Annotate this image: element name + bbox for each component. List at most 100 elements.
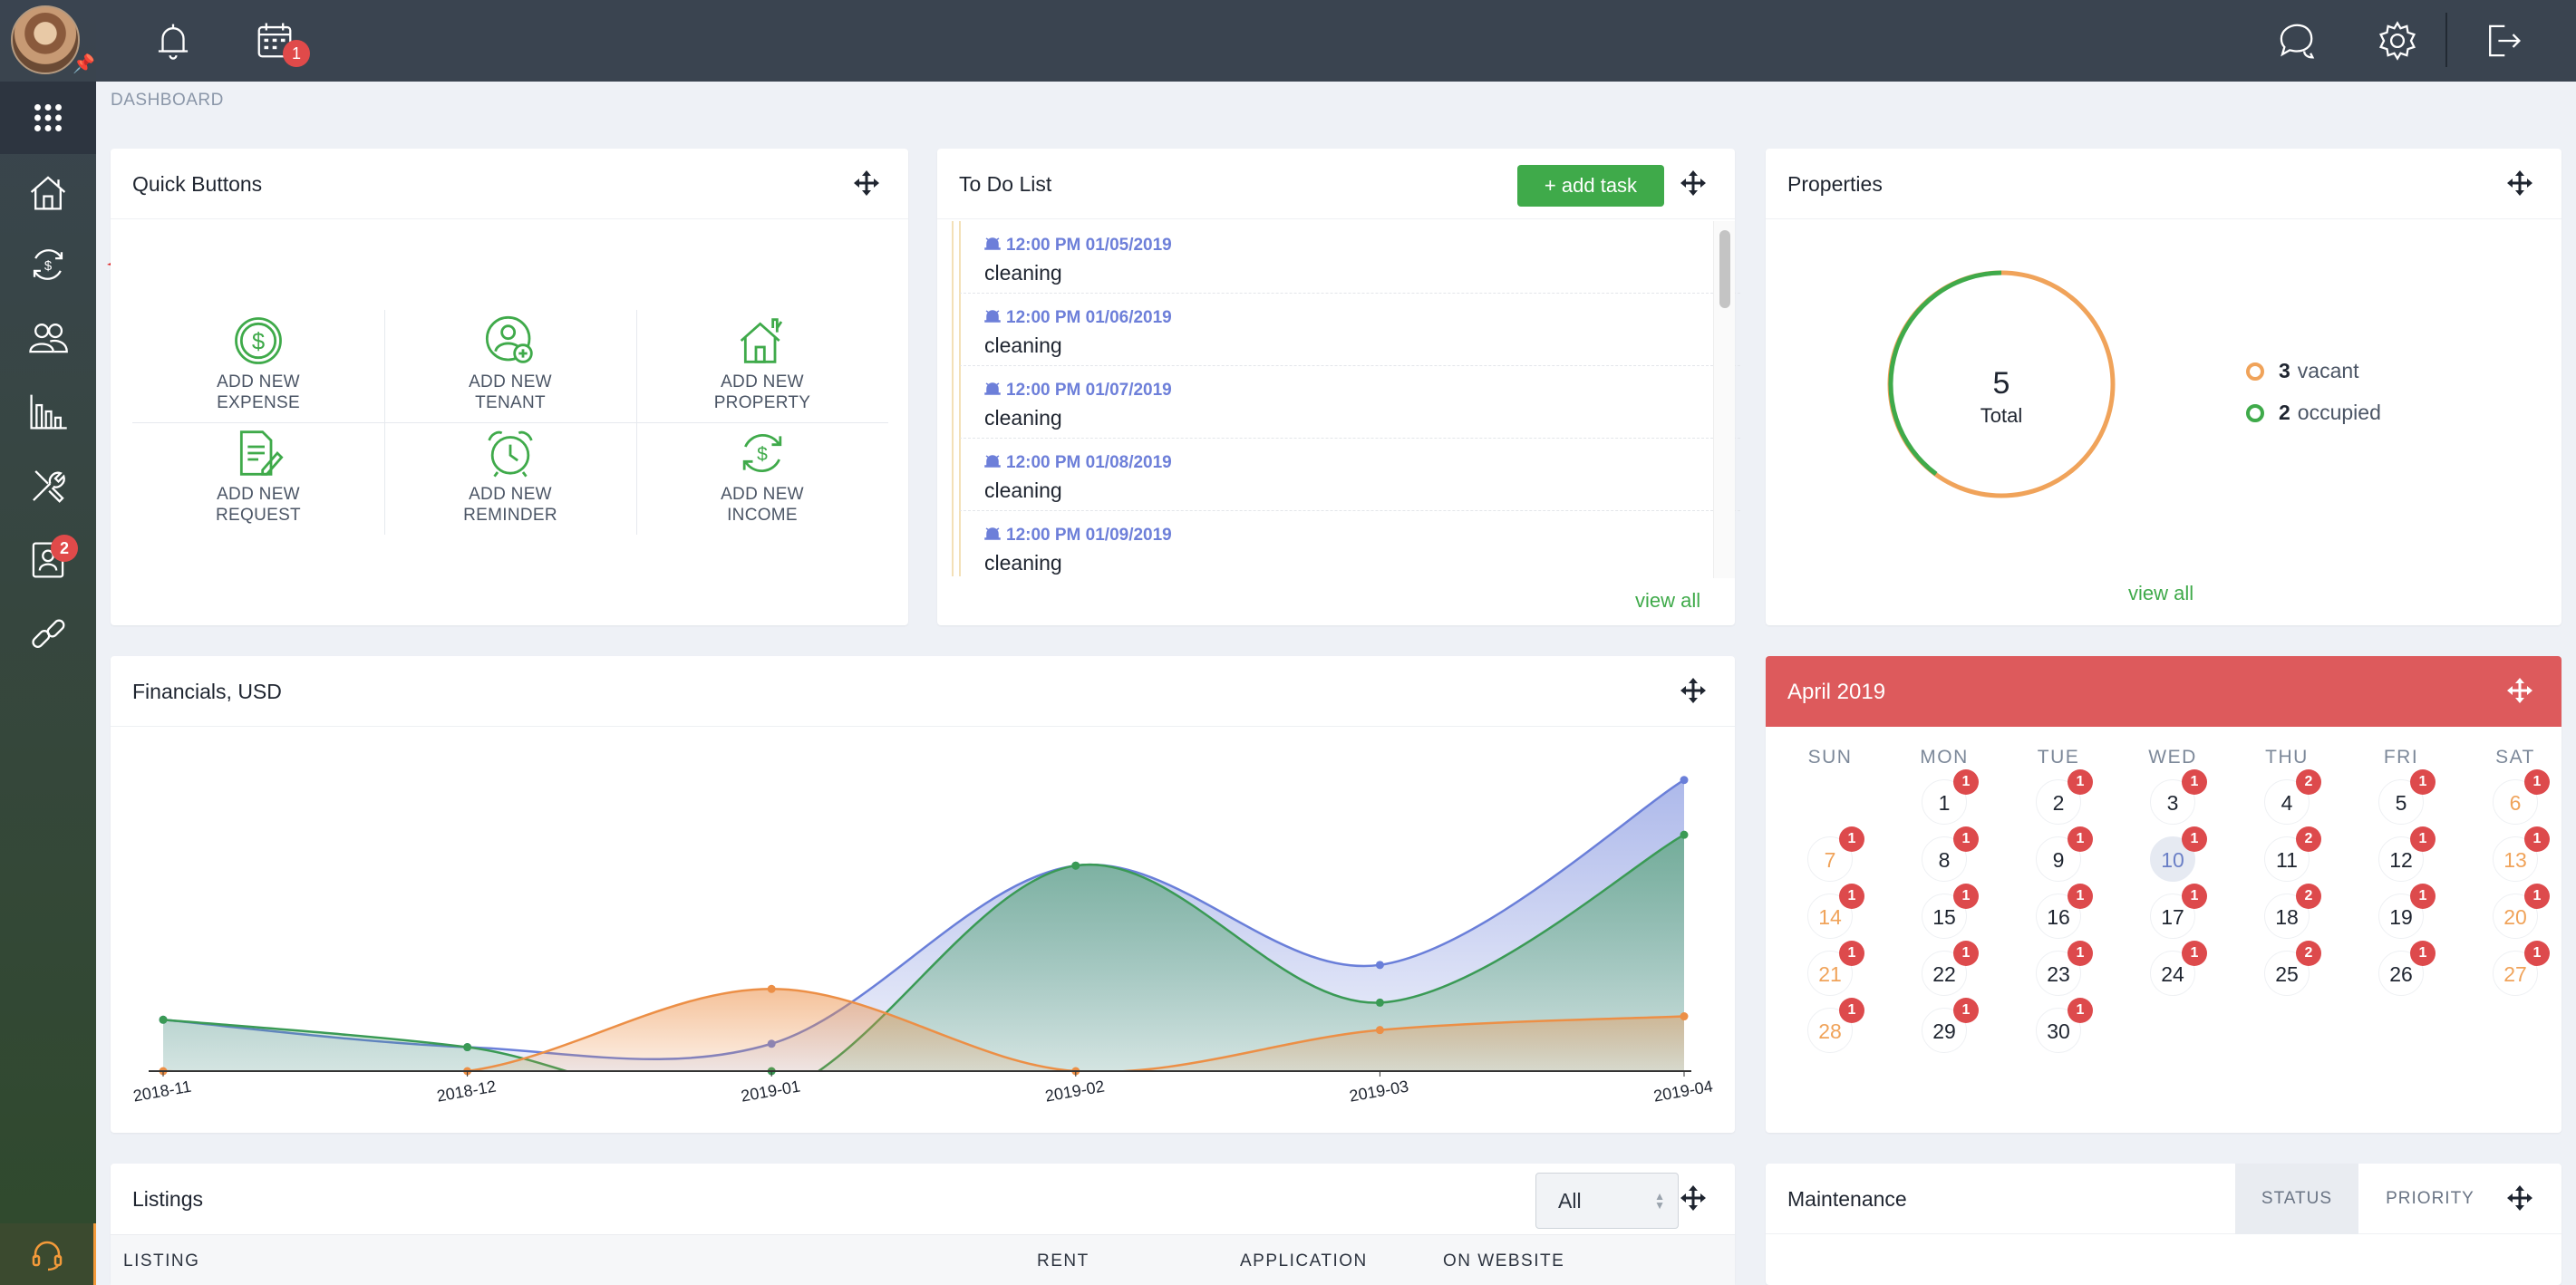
support-button[interactable]	[0, 1223, 96, 1285]
add-user-icon	[485, 315, 533, 363]
chat-button[interactable]	[2271, 16, 2320, 65]
calendar-day[interactable]: 26 1	[2378, 941, 2436, 996]
legend-occupied[interactable]: 2 occupied	[2246, 401, 2381, 425]
calendar-day[interactable]: 22 1	[1922, 941, 1979, 996]
calendar-day[interactable]: 11	[1922, 769, 1979, 825]
add-tenant-button[interactable]: ADD NEW TENANT	[384, 310, 636, 422]
sidebar-item-properties[interactable]	[0, 156, 96, 228]
calendar-day[interactable]: 12 1	[2378, 826, 2436, 882]
calendar-day[interactable]: 51	[2378, 769, 2436, 825]
data-point	[159, 1015, 168, 1024]
logout-button[interactable]	[2478, 16, 2527, 65]
todo-view-all-link[interactable]: view all	[1635, 589, 1700, 613]
drag-handle[interactable]	[1679, 169, 1708, 198]
calendar-day[interactable]: 15 1	[1922, 884, 1979, 939]
sidebar-item-maintenance[interactable]	[0, 449, 96, 522]
add-expense-button[interactable]: $ ADD NEW EXPENSE	[132, 310, 384, 422]
pin-icon[interactable]: 📌	[73, 53, 95, 75]
quick-button-label: ADD NEW REQUEST	[216, 485, 301, 525]
todo-item[interactable]: 12:00 PM 01/07/2019 cleaning	[959, 366, 1740, 439]
sidebar-item-accounting[interactable]: $	[0, 228, 96, 301]
calendar-day[interactable]: 14 1	[1807, 884, 1864, 939]
link-icon	[32, 619, 65, 648]
column-header[interactable]: RENT	[1037, 1251, 1089, 1271]
tools-icon	[33, 470, 65, 503]
calendar-day[interactable]: 23 1	[2036, 941, 2093, 996]
x-tick-label: 2019-02	[1043, 1077, 1106, 1106]
drag-handle[interactable]	[1679, 676, 1708, 705]
legend-vacant[interactable]: 3 vacant	[2246, 359, 2359, 383]
add-task-button[interactable]: + add task	[1517, 165, 1664, 207]
bar-chart-icon	[30, 394, 67, 430]
calendar-day[interactable]: 20 1	[2493, 884, 2550, 939]
calendar-day[interactable]: 71	[1807, 826, 1864, 882]
sidebar-item-contacts[interactable]	[0, 524, 96, 596]
quick-button-label: ADD NEW PROPERTY	[713, 372, 811, 412]
drag-handle[interactable]	[852, 169, 881, 198]
calendar-day[interactable]: 81	[1922, 826, 1979, 882]
calendar-day[interactable]: 17 1	[2150, 884, 2207, 939]
calendar-day[interactable]: 30 1	[2036, 998, 2093, 1053]
todo-item[interactable]: 12:00 PM 01/05/2019 cleaning	[959, 221, 1740, 294]
calendar-day[interactable]: 18 2	[2264, 884, 2321, 939]
calendar-day[interactable]: 13 1	[2493, 826, 2550, 882]
sidebar-item-apps[interactable]	[0, 82, 96, 154]
data-point	[1375, 1026, 1384, 1035]
calendar-day[interactable]: 91	[2036, 826, 2093, 882]
drag-handle[interactable]	[2505, 1184, 2534, 1213]
todo-item[interactable]: 12:00 PM 01/08/2019 cleaning	[959, 439, 1740, 511]
financials-chart[interactable]: 2018-11 2018-12 2019-01 2019-02 2019-03 2019-…	[111, 729, 1735, 1133]
drag-handle[interactable]	[2505, 169, 2534, 198]
document-edit-icon	[239, 430, 284, 476]
tab-status[interactable]: STATUS	[2235, 1164, 2358, 1234]
breadcrumb[interactable]: DASHBOARD	[111, 91, 224, 111]
card-title: Maintenance	[1787, 1187, 1907, 1211]
calendar-day[interactable]: 21 1	[1807, 941, 1864, 996]
sidebar-item-people[interactable]	[0, 301, 96, 373]
sidebar-item-integrations[interactable]	[0, 598, 96, 671]
calendar-day[interactable]: 29 1	[1922, 998, 1979, 1053]
column-header[interactable]: APPLICATION	[1240, 1251, 1368, 1271]
calendar-day[interactable]: 16 1	[2036, 884, 2093, 939]
calendar-day[interactable]: 25 2	[2264, 941, 2321, 996]
calendar-day[interactable]: 61	[2493, 769, 2550, 825]
tab-priority[interactable]: PRIORITY	[2358, 1164, 2502, 1234]
gear-icon	[2378, 21, 2416, 61]
calendar-day[interactable]: 42	[2264, 769, 2321, 825]
column-header[interactable]: LISTING	[123, 1251, 199, 1271]
x-tick-label: 2018-12	[435, 1077, 498, 1106]
add-property-button[interactable]: ADD NEW PROPERTY	[636, 310, 888, 422]
calendar-day[interactable]: 11 2	[2264, 826, 2321, 882]
column-header[interactable]: ON WEBSITE	[1443, 1251, 1564, 1271]
drag-handle[interactable]	[2505, 676, 2534, 705]
notifications-button[interactable]	[149, 16, 198, 65]
weekday-label: MON	[1920, 747, 1969, 768]
listings-filter-select[interactable]: All ▲ ▼	[1535, 1173, 1679, 1229]
drag-handle[interactable]	[1679, 1184, 1708, 1213]
move-icon	[1680, 170, 1706, 196]
todo-item[interactable]: 12:00 PM 01/06/2019 cleaning	[959, 294, 1740, 366]
calendar-day[interactable]: 10 1	[2150, 826, 2207, 882]
calendar-day[interactable]: 31	[2150, 769, 2207, 825]
todo-item[interactable]: 12:00 PM 01/09/2019 cleaning	[959, 511, 1740, 576]
data-point	[1680, 1012, 1689, 1021]
todo-scrollbar[interactable]	[1713, 221, 1735, 578]
calendar-day[interactable]: 24 1	[2150, 941, 2207, 996]
calendar-day[interactable]: 19 1	[2378, 884, 2436, 939]
add-income-button[interactable]: $ ADD NEW INCOME	[636, 422, 888, 535]
calendar-day[interactable]: 21	[2036, 769, 2093, 825]
calendar-day[interactable]: 27 1	[2493, 941, 2550, 996]
x-tick-label: 2019-04	[1652, 1077, 1715, 1106]
day-event-badge: 1	[2410, 826, 2436, 852]
sidebar: 📌 $ 2	[0, 0, 96, 1285]
calendar-month[interactable]: April 2019	[1787, 680, 1885, 705]
day-event-badge: 1	[2068, 884, 2093, 909]
avatar[interactable]	[11, 5, 80, 74]
sidebar-item-reports[interactable]	[0, 375, 96, 448]
calendar-day[interactable]: 28 1	[1807, 998, 1864, 1053]
settings-button[interactable]	[2373, 16, 2422, 65]
add-reminder-button[interactable]: ADD NEW REMINDER	[384, 422, 636, 535]
properties-view-all-link[interactable]: view all	[2128, 582, 2193, 605]
add-request-button[interactable]: ADD NEW REQUEST	[132, 422, 384, 535]
scrollbar-thumb[interactable]	[1719, 230, 1730, 308]
